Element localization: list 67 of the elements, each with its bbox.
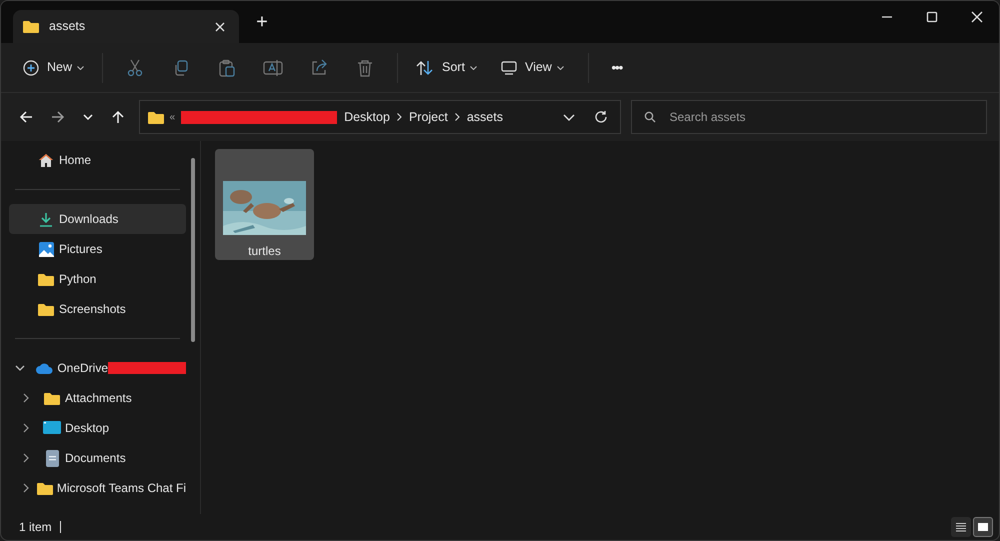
folder-icon [148, 110, 164, 124]
rename-icon [263, 58, 284, 76]
item-count: 1 item [19, 519, 52, 536]
sidebar-item[interactable]: Documents [9, 443, 186, 473]
sidebar-item[interactable]: Attachments [9, 383, 186, 413]
breadcrumb[interactable]: Desktop [344, 108, 390, 126]
tab-title: assets [49, 18, 86, 36]
chevron-down-icon [82, 114, 93, 120]
sidebar-item[interactable]: Screenshots [9, 294, 186, 324]
list-icon [955, 522, 967, 532]
sidebar-item[interactable]: Home [9, 145, 186, 175]
tile-icon [977, 522, 989, 532]
folder-icon [23, 20, 39, 33]
address-bar[interactable]: « Desktop Project assets [138, 100, 620, 134]
arrow-up-icon [110, 110, 125, 124]
share-icon [310, 58, 328, 76]
sidebar-item[interactable]: Downloads [9, 204, 186, 234]
chevron-right-icon [454, 113, 460, 121]
download-icon [37, 212, 55, 226]
cloud-icon [36, 362, 54, 374]
maximize-icon [926, 11, 938, 23]
document-icon [43, 450, 61, 466]
text-cursor [60, 521, 61, 533]
sidebar-item[interactable]: Python [9, 264, 186, 294]
clipboard-icon [218, 58, 236, 76]
sidebar-item[interactable]: Microsoft Teams Chat Fi [9, 473, 186, 503]
search-icon [644, 111, 656, 123]
view-button[interactable]: View [492, 50, 572, 84]
new-tab-button[interactable]: + [247, 6, 277, 36]
chevron-right-icon [396, 113, 402, 121]
home-icon [37, 152, 55, 168]
arrow-left-icon [18, 110, 33, 124]
breadcrumb[interactable]: Project [408, 108, 448, 126]
sidebar-item[interactable]: Pictures [9, 234, 186, 264]
sidebar-item[interactable]: Desktop [9, 413, 186, 443]
file-name: turtles [248, 243, 281, 260]
details-view-button[interactable] [951, 517, 971, 537]
scissors-icon [126, 58, 144, 76]
chevron-down-icon [562, 114, 574, 120]
file-tile[interactable]: turtles [215, 149, 314, 260]
caret-icon [77, 66, 84, 70]
refresh-icon [594, 110, 608, 124]
more-options-button[interactable]: ••• [598, 50, 635, 84]
arrow-right-icon [50, 110, 65, 124]
folder-icon [37, 302, 55, 316]
breadcrumb[interactable]: assets [466, 108, 503, 126]
overflow-chevron[interactable]: « [170, 110, 176, 124]
desktop-icon [43, 421, 61, 435]
folder-icon [43, 392, 61, 404]
scrollbar-thumb[interactable] [191, 158, 195, 342]
close-icon [970, 11, 982, 23]
search-field[interactable]: Search assets [630, 100, 988, 134]
sort-button[interactable]: Sort [408, 50, 485, 84]
trash-icon [357, 58, 374, 76]
folder-icon [36, 482, 53, 494]
tiles-view-button[interactable] [973, 517, 993, 537]
new-button[interactable]: New [15, 50, 92, 84]
pictures-icon [37, 242, 55, 256]
add-icon [23, 60, 39, 76]
sidebar-item[interactable]: OneDrive [9, 353, 186, 383]
folder-icon [37, 272, 55, 286]
window-tab[interactable]: assets [13, 10, 239, 43]
sort-arrows-icon [416, 60, 434, 76]
monitor-icon [500, 60, 517, 74]
caret-icon [470, 66, 477, 70]
caret-icon [556, 66, 564, 70]
close-icon [215, 22, 225, 32]
